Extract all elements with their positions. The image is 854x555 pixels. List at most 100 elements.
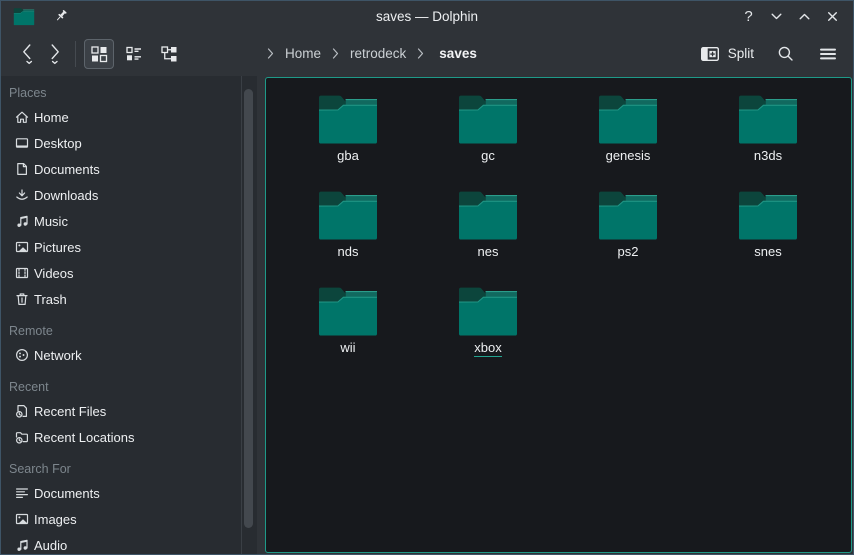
sidebar-item-label: Images bbox=[34, 512, 77, 527]
folder-icon bbox=[317, 284, 379, 338]
breadcrumb-separator bbox=[267, 48, 274, 59]
sidebar-item-label: Trash bbox=[34, 292, 67, 307]
minimize-button[interactable] bbox=[766, 6, 787, 27]
sidebar-item-videos[interactable]: Videos bbox=[1, 260, 257, 286]
back-button[interactable] bbox=[13, 38, 41, 70]
sidebar-item-documents[interactable]: Documents bbox=[1, 156, 257, 182]
section-header: Recent bbox=[1, 376, 257, 398]
folder-item-ps2[interactable]: ps2 bbox=[558, 182, 698, 278]
sidebar-item-audio[interactable]: Audio bbox=[1, 532, 257, 554]
split-icon bbox=[700, 45, 720, 63]
maximize-button[interactable] bbox=[794, 6, 815, 27]
folder-name-text: gc bbox=[481, 148, 495, 163]
close-button[interactable] bbox=[822, 6, 843, 27]
folder-view[interactable]: gba gc genesis n3ds nds nes ps2 bbox=[265, 77, 852, 553]
sidebar-section-search-for: Search For Documents Images Audio bbox=[1, 458, 257, 554]
desktop-icon bbox=[14, 135, 30, 151]
sidebar-item-label: Network bbox=[34, 348, 82, 363]
folder-item-gba[interactable]: gba bbox=[278, 86, 418, 182]
help-button[interactable]: ? bbox=[738, 6, 759, 27]
sidebar-item-images[interactable]: Images bbox=[1, 506, 257, 532]
breadcrumb-saves[interactable]: saves bbox=[439, 46, 477, 61]
sidebar-item-downloads[interactable]: Downloads bbox=[1, 182, 257, 208]
folder-item-n3ds[interactable]: n3ds bbox=[698, 86, 838, 182]
folder-name: snes bbox=[754, 244, 781, 259]
sidebar-item-desktop[interactable]: Desktop bbox=[1, 130, 257, 156]
details-view-icon bbox=[160, 45, 178, 63]
toolbar-separator bbox=[75, 41, 76, 67]
sidebar-item-label: Home bbox=[34, 110, 69, 125]
window-body: Places Home Desktop Documents Downloads Music… bbox=[1, 76, 853, 554]
recent-locations-icon bbox=[14, 429, 30, 445]
icons-view-icon bbox=[90, 45, 108, 63]
folder-name: wii bbox=[340, 340, 355, 355]
folder-name: n3ds bbox=[754, 148, 782, 163]
sidebar-item-label: Videos bbox=[34, 266, 74, 281]
search-button[interactable] bbox=[773, 42, 797, 66]
sidebar-item-label: Documents bbox=[34, 162, 100, 177]
sidebar-item-label: Recent Locations bbox=[34, 430, 134, 445]
folder-name: ps2 bbox=[618, 244, 639, 259]
folder-icon bbox=[317, 92, 379, 146]
sidebar-item-pictures[interactable]: Pictures bbox=[1, 234, 257, 260]
dolphin-window: saves — Dolphin ? Home retrodeck saves Spl… bbox=[0, 0, 854, 555]
sidebar-item-label: Recent Files bbox=[34, 404, 106, 419]
sidebar-section-places: Places Home Desktop Documents Downloads Music… bbox=[1, 82, 257, 312]
folder-name-text: snes bbox=[754, 244, 781, 259]
sidebar-item-label: Documents bbox=[34, 486, 100, 501]
sidebar-item-home[interactable]: Home bbox=[1, 104, 257, 130]
forward-button[interactable] bbox=[41, 38, 69, 70]
image-icon bbox=[14, 239, 30, 255]
folder-name: gba bbox=[337, 148, 359, 163]
folder-name-text: n3ds bbox=[754, 148, 782, 163]
folder-grid: gba gc genesis n3ds nds nes ps2 bbox=[266, 78, 841, 374]
folder-item-snes[interactable]: snes bbox=[698, 182, 838, 278]
sidebar-item-network[interactable]: Network bbox=[1, 342, 257, 368]
sidebar-scrollbar-thumb[interactable] bbox=[244, 89, 253, 528]
sidebar-item-music[interactable]: Music bbox=[1, 208, 257, 234]
sidebar-item-recent-files[interactable]: Recent Files bbox=[1, 398, 257, 424]
sidebar-item-recent-locations[interactable]: Recent Locations bbox=[1, 424, 257, 450]
toolbar-right: Split bbox=[700, 31, 840, 76]
section-header: Search For bbox=[1, 458, 257, 480]
folder-item-wii[interactable]: wii bbox=[278, 278, 418, 374]
sidebar-section-remote: RemoteNetwork bbox=[1, 320, 257, 368]
folder-item-xbox[interactable]: xbox bbox=[418, 278, 558, 374]
titlebar[interactable]: saves — Dolphin ? bbox=[1, 1, 853, 31]
app-folder-icon bbox=[13, 6, 35, 26]
sidebar-section-recent: Recent Recent Files Recent Locations bbox=[1, 376, 257, 450]
details-view-button[interactable] bbox=[154, 39, 184, 69]
split-button[interactable]: Split bbox=[700, 45, 754, 63]
folder-name-text: genesis bbox=[606, 148, 651, 163]
document-icon bbox=[14, 161, 30, 177]
folder-item-nes[interactable]: nes bbox=[418, 182, 558, 278]
folder-icon bbox=[597, 188, 659, 242]
icons-view-button[interactable] bbox=[84, 39, 114, 69]
text-lines-icon bbox=[14, 485, 30, 501]
folder-name: gc bbox=[481, 148, 495, 163]
places-panel: Places Home Desktop Documents Downloads Music… bbox=[1, 76, 257, 554]
network-icon bbox=[14, 347, 30, 363]
folder-item-gc[interactable]: gc bbox=[418, 86, 558, 182]
breadcrumb-home[interactable]: Home bbox=[285, 46, 321, 61]
folder-item-nds[interactable]: nds bbox=[278, 182, 418, 278]
folder-item-genesis[interactable]: genesis bbox=[558, 86, 698, 182]
pin-icon[interactable] bbox=[49, 5, 71, 27]
section-header: Places bbox=[1, 82, 257, 104]
music-icon bbox=[14, 537, 30, 553]
folder-name-text: xbox bbox=[474, 340, 501, 357]
folder-name: nds bbox=[338, 244, 359, 259]
folder-name: genesis bbox=[606, 148, 651, 163]
toolbar: Home retrodeck saves Split bbox=[1, 31, 853, 76]
compact-view-button[interactable] bbox=[119, 39, 149, 69]
sidebar-item-documents[interactable]: Documents bbox=[1, 480, 257, 506]
folder-name: nes bbox=[478, 244, 499, 259]
sidebar-item-trash[interactable]: Trash bbox=[1, 286, 257, 312]
sidebar-item-label: Music bbox=[34, 214, 68, 229]
folder-name-text: gba bbox=[337, 148, 359, 163]
breadcrumb-retrodeck[interactable]: retrodeck bbox=[350, 46, 406, 61]
folder-name-text: wii bbox=[340, 340, 355, 355]
menu-button[interactable] bbox=[816, 42, 840, 66]
trash-icon bbox=[14, 291, 30, 307]
content-area: gba gc genesis n3ds nds nes ps2 bbox=[257, 76, 853, 554]
